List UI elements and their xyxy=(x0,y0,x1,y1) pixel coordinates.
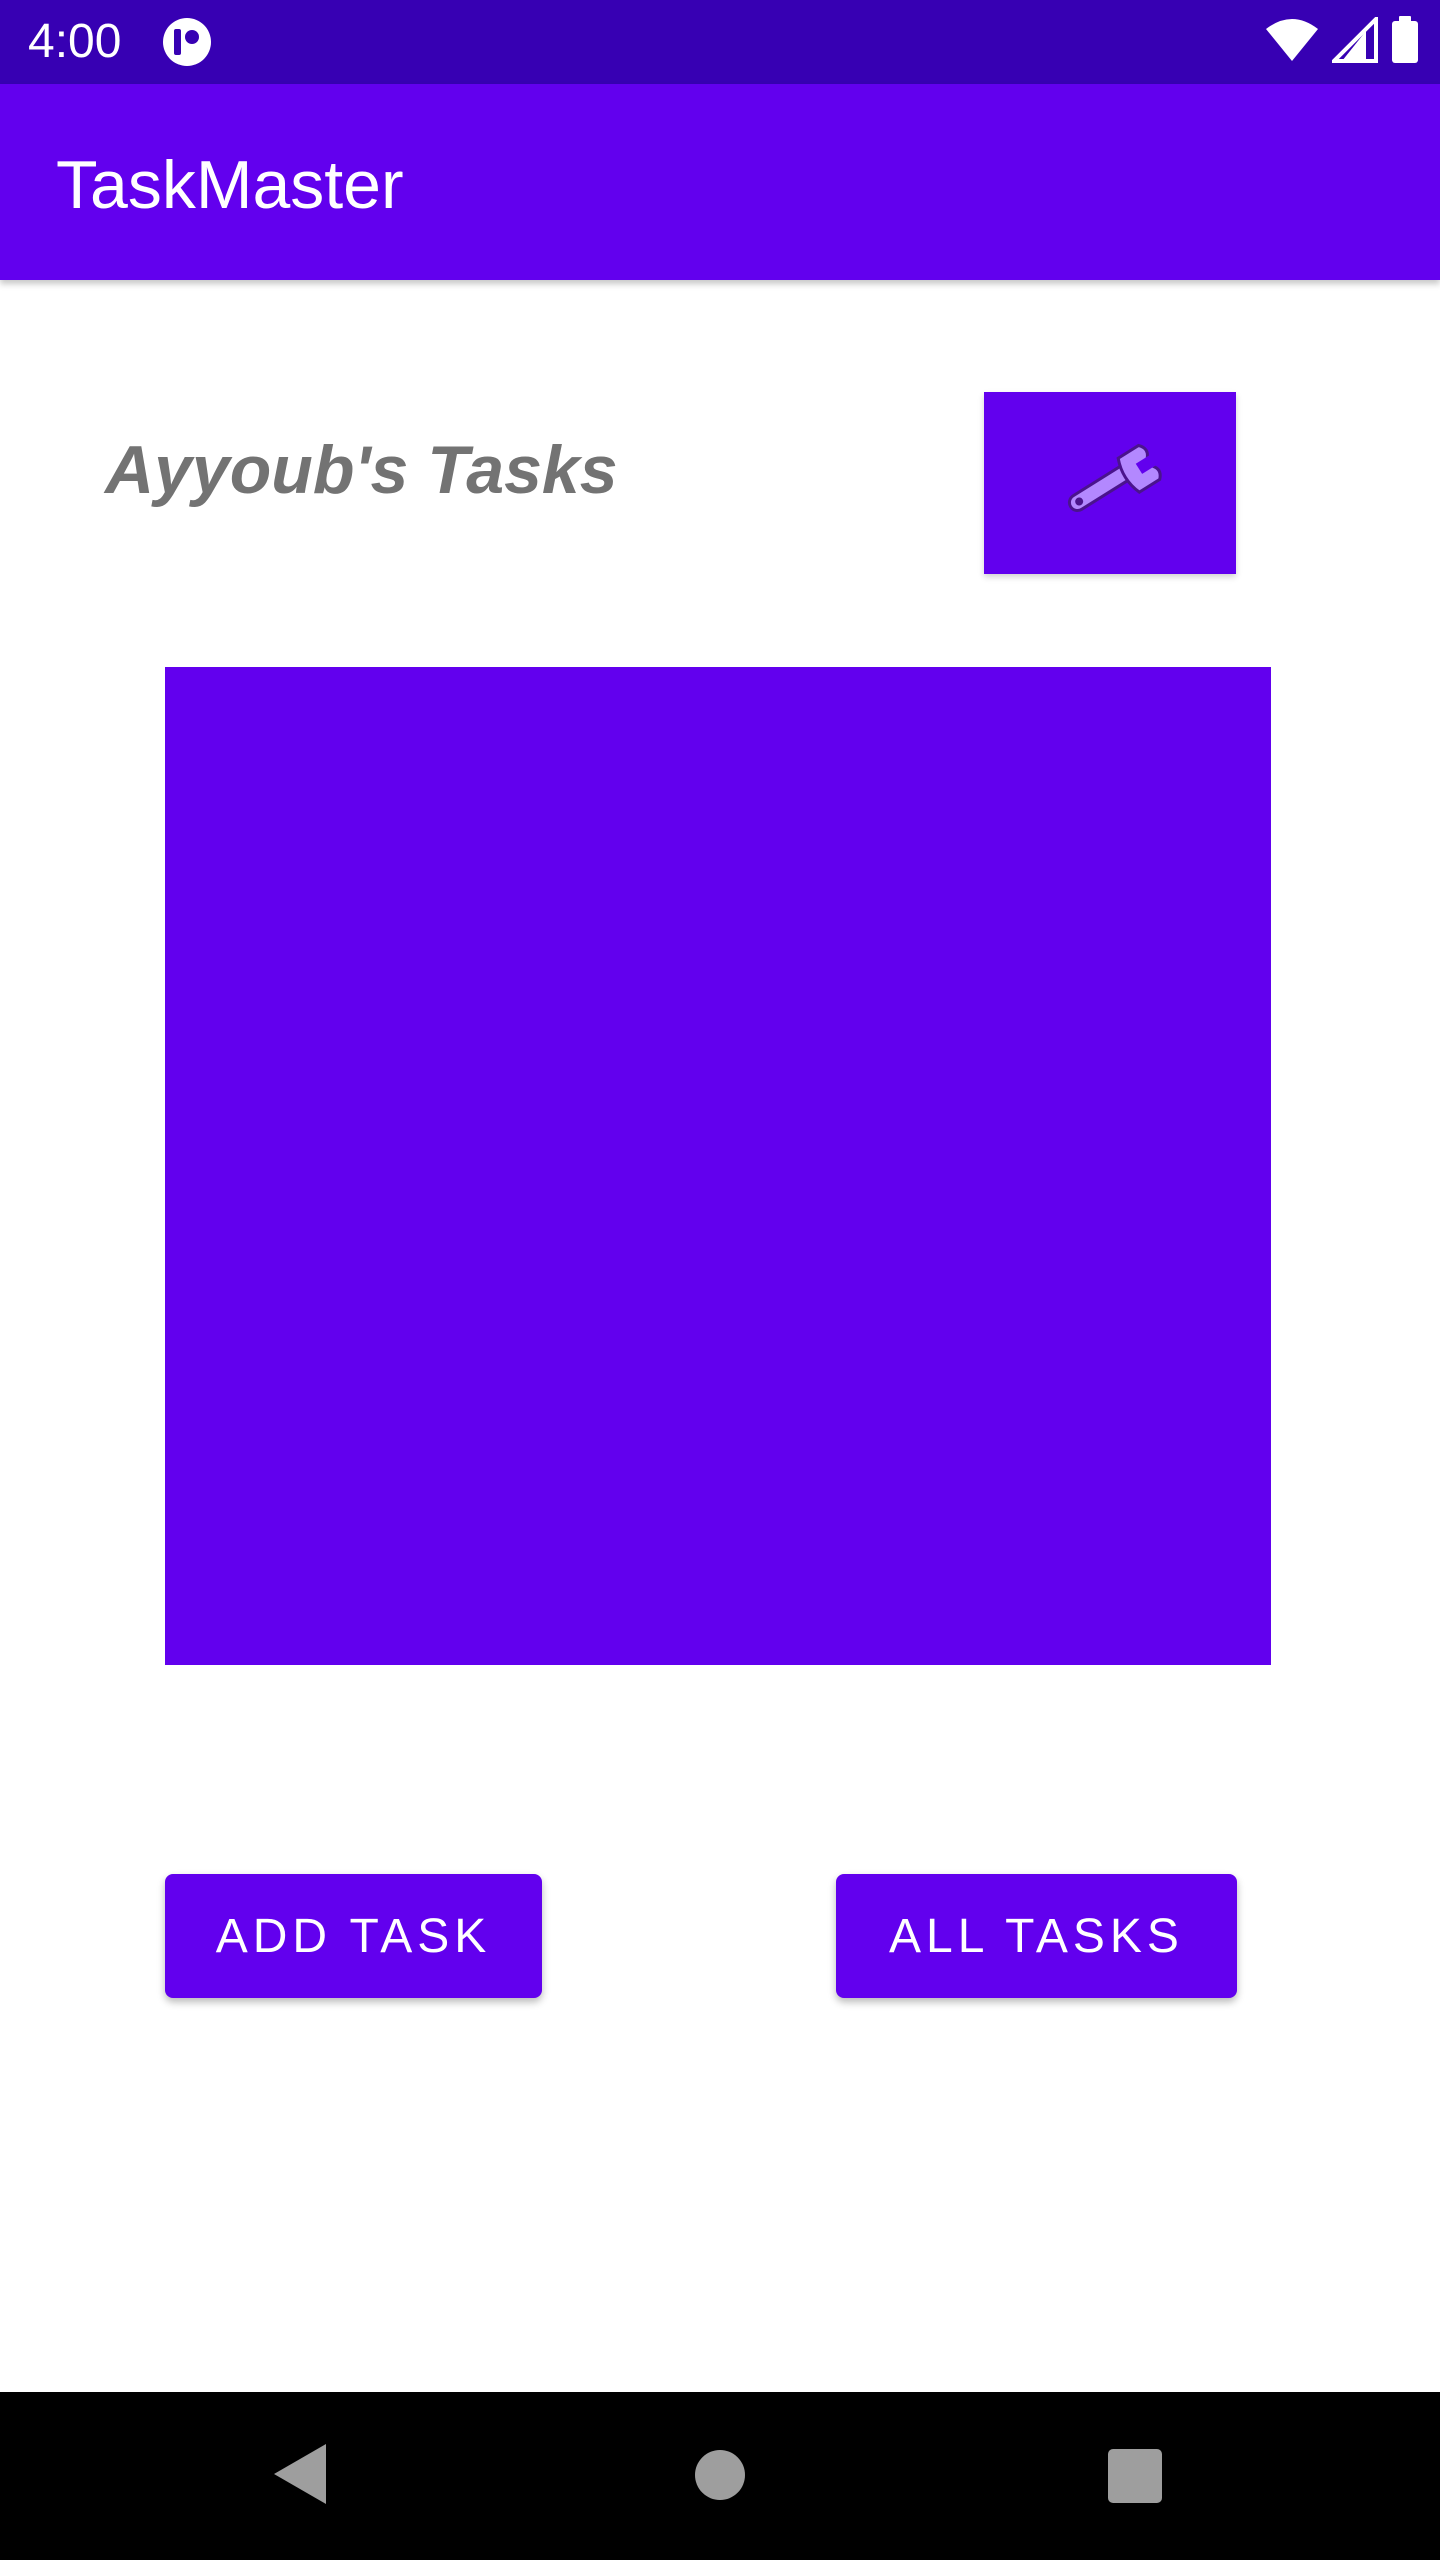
settings-button[interactable] xyxy=(984,392,1236,574)
app-notification-icon xyxy=(162,17,212,67)
screen: 4:00 TaskMaster Ayyoub's Tasks ADD TASK … xyxy=(0,0,1440,2560)
status-bar: 4:00 xyxy=(0,0,1440,84)
main-panel xyxy=(165,667,1271,1665)
navigation-bar xyxy=(0,2392,1440,2560)
app-bar: TaskMaster xyxy=(0,84,1440,280)
wrench-icon xyxy=(1055,436,1165,531)
all-tasks-button[interactable]: ALL TASKS xyxy=(836,1874,1237,1998)
add-task-button[interactable]: ADD TASK xyxy=(165,1874,542,1998)
wifi-icon xyxy=(1264,17,1320,68)
status-time: 4:00 xyxy=(28,15,122,68)
recent-apps-icon[interactable] xyxy=(1108,2449,1162,2503)
battery-icon xyxy=(1390,15,1420,69)
cellular-signal-icon xyxy=(1329,13,1378,68)
back-icon[interactable] xyxy=(272,2442,328,2506)
status-icons xyxy=(1264,13,1420,69)
tasks-heading: Ayyoub's Tasks xyxy=(105,432,618,508)
home-icon[interactable] xyxy=(695,2450,745,2500)
app-title: TaskMaster xyxy=(56,147,404,223)
